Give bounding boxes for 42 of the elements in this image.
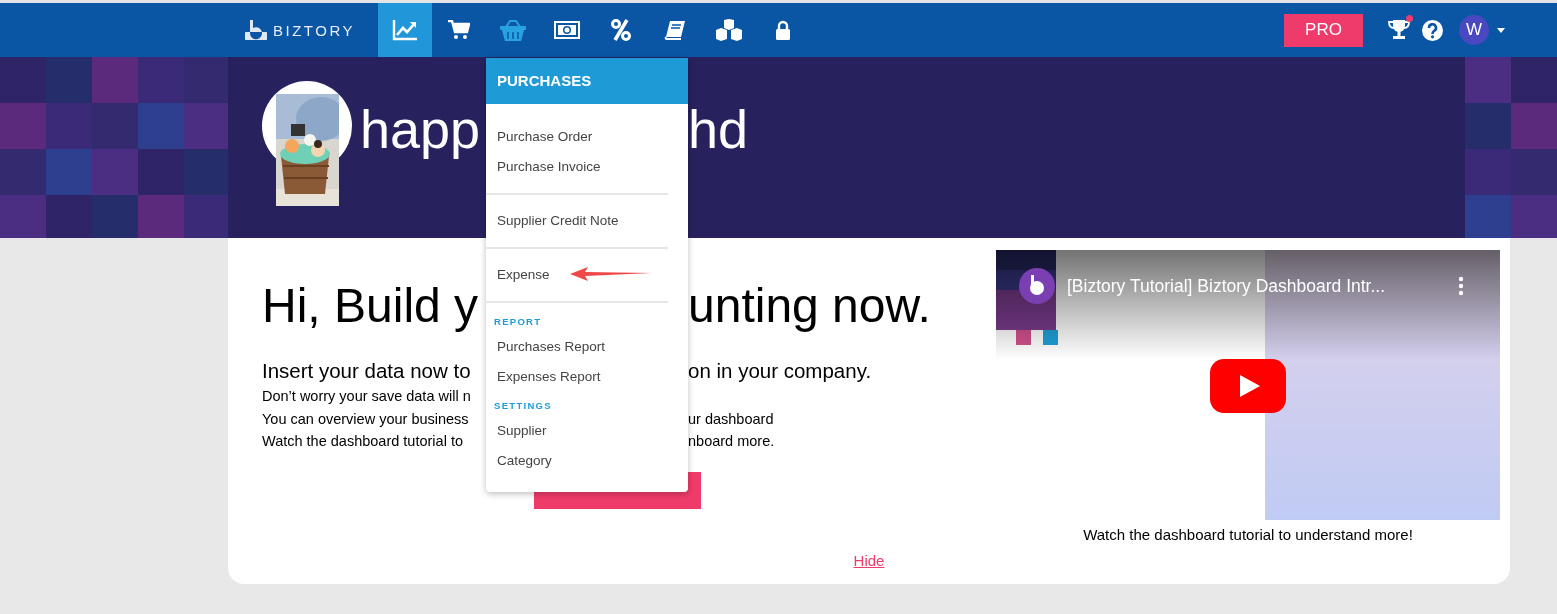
menu-item[interactable]: Category <box>486 452 552 468</box>
channel-avatar-icon[interactable] <box>1019 268 1055 304</box>
more-options-icon[interactable] <box>1458 276 1464 296</box>
menu-section-heading: REPORT <box>493 315 543 329</box>
cart-icon <box>448 20 470 40</box>
subtitle-text: Insert your data now to <box>262 358 472 384</box>
basket-icon <box>500 19 526 41</box>
menu-item[interactable]: Purchase Order <box>486 128 593 144</box>
video-caption: Watch the dashboard tutorial to understand more! <box>1082 526 1414 543</box>
menu-item[interactable]: Supplier <box>486 422 547 438</box>
menu-title: PURCHASES <box>486 58 688 104</box>
help-icon[interactable] <box>1422 19 1443 41</box>
body-text: Don’t worry your save data will n <box>262 387 472 406</box>
menu-item[interactable]: Supplier Credit Note <box>486 212 619 228</box>
chart-icon <box>392 19 418 41</box>
welcome-heading: unting now. <box>688 278 932 334</box>
subtitle-text: on in your company. <box>688 358 873 384</box>
body-text: You can overview your business <box>262 409 470 429</box>
hide-link[interactable]: Hide <box>853 552 885 569</box>
book-icon <box>664 20 686 40</box>
boxes-icon <box>715 19 743 41</box>
body-text: ur dashboard <box>688 409 775 429</box>
pro-button[interactable]: PRO <box>1284 13 1363 47</box>
welcome-heading: Hi, Build y <box>262 278 480 334</box>
menu-section-heading: SETTINGS <box>493 399 553 413</box>
company-name: hd <box>688 98 749 161</box>
play-button-icon[interactable] <box>1210 359 1286 413</box>
menu-item[interactable]: Expense <box>486 266 550 282</box>
menu-item[interactable]: Purchases Report <box>486 338 606 354</box>
menu-item[interactable]: Expenses Report <box>486 368 601 384</box>
chart-nav-tab[interactable] <box>378 3 432 57</box>
body-text: Watch the dashboard tutorial to <box>262 432 464 451</box>
banknote-icon <box>554 21 580 39</box>
caret-icon[interactable] <box>1497 27 1505 33</box>
body-text: nboard more. <box>688 432 776 451</box>
logo-text: BIZTORY <box>273 21 355 39</box>
logo-icon <box>245 20 267 40</box>
user-avatar[interactable]: W <box>1459 15 1489 45</box>
menu-item[interactable]: Purchase Invoice <box>486 158 601 174</box>
company-name: happ <box>360 98 482 161</box>
percent-icon <box>611 19 631 41</box>
lock-icon <box>775 20 791 40</box>
